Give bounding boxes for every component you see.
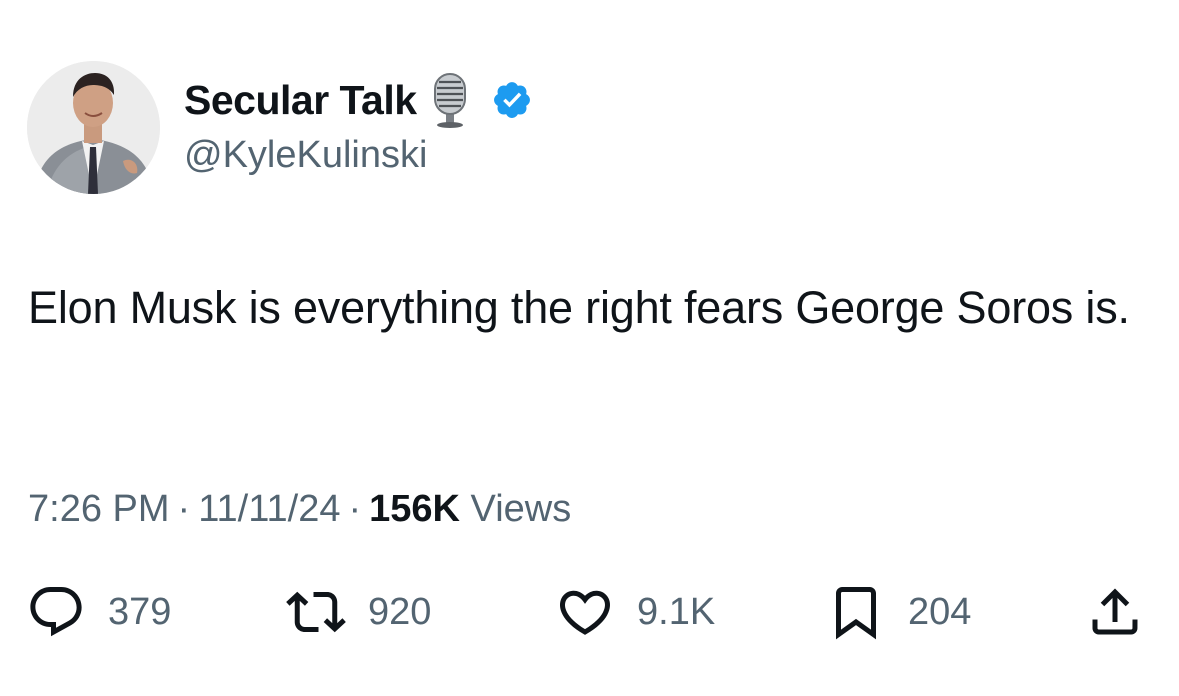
tweet-card: Secular Talk @KyleKulinski Elon Musk is … (0, 0, 1179, 696)
views-label: Views (470, 488, 572, 530)
share-button[interactable] (1085, 582, 1145, 642)
author-name-row: Secular Talk (184, 72, 533, 128)
tweet-text: Elon Musk is everything the right fears … (28, 282, 1130, 333)
bookmark-icon (836, 587, 876, 640)
reply-count: 379 (108, 591, 172, 633)
repost-icon (286, 591, 346, 633)
bookmark-button[interactable]: 204 (826, 582, 971, 642)
author-handle[interactable]: @KyleKulinski (184, 130, 427, 180)
author-display-name[interactable]: Secular Talk (184, 74, 417, 126)
tweet-time[interactable]: 7:26 PM (28, 488, 170, 530)
tweet-meta: 7:26 PM · 11/11/24 · 156K Views (28, 484, 571, 534)
like-button[interactable]: 9.1K (555, 582, 715, 642)
avatar[interactable] (27, 61, 160, 194)
views-count: 156K (369, 488, 460, 530)
reply-icon (30, 587, 82, 637)
bookmark-count: 204 (908, 591, 972, 633)
like-count: 9.1K (637, 591, 716, 633)
repost-button[interactable]: 920 (286, 582, 431, 642)
repost-count: 920 (368, 591, 432, 633)
microphone-icon (429, 72, 471, 128)
reply-button[interactable]: 379 (26, 582, 171, 642)
heart-icon (559, 590, 611, 635)
share-icon (1092, 588, 1138, 635)
separator-dot: · (348, 488, 362, 530)
separator-dot: · (177, 488, 191, 530)
verified-check-icon[interactable] (491, 79, 533, 121)
tweet-date[interactable]: 11/11/24 (198, 488, 340, 530)
action-bar: 379 920 9.1K 204 (0, 582, 1179, 642)
